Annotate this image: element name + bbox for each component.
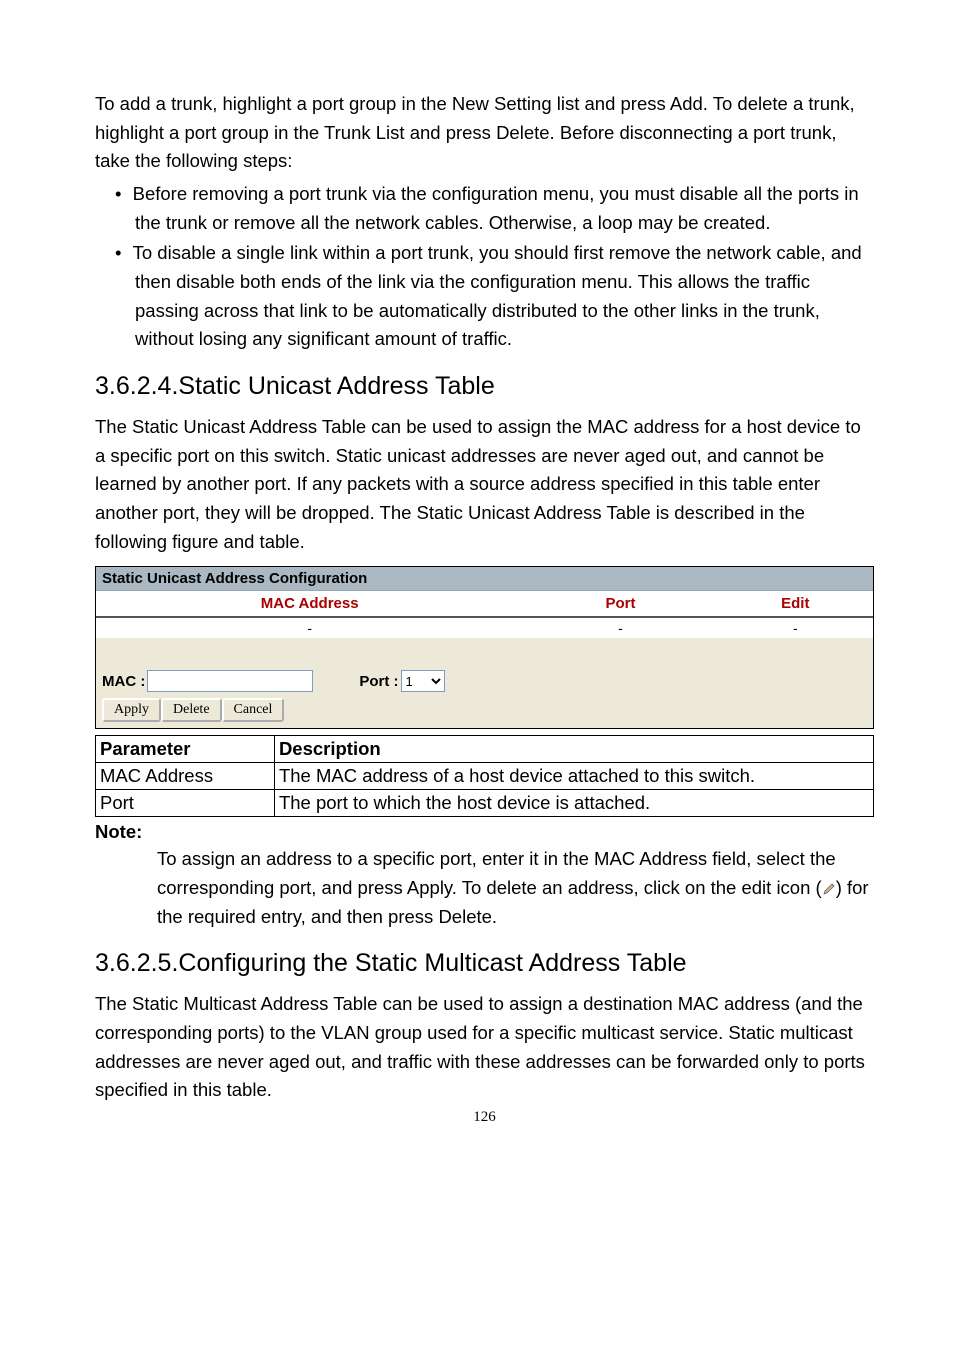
config-table: MAC Address Port Edit - - - bbox=[96, 591, 873, 638]
param-header: Parameter bbox=[96, 736, 275, 763]
config-title: Static Unicast Address Configuration bbox=[96, 567, 873, 591]
col-mac-address: MAC Address bbox=[96, 591, 523, 617]
cell-mac: - bbox=[96, 617, 523, 638]
cell-port: - bbox=[523, 617, 717, 638]
parameter-table: Parameter Description MAC Address The MA… bbox=[95, 735, 874, 817]
note-body: To assign an address to a specific port,… bbox=[157, 845, 874, 931]
static-unicast-paragraph: The Static Unicast Address Table can be … bbox=[95, 413, 874, 556]
param-mac: MAC Address bbox=[96, 763, 275, 790]
config-screenshot: Static Unicast Address Configuration MAC… bbox=[95, 566, 874, 729]
port-select[interactable]: 1 bbox=[401, 670, 445, 692]
config-form: MAC : Port : 1 Apply Delete Cancel bbox=[96, 638, 873, 728]
desc-header: Description bbox=[274, 736, 873, 763]
heading-static-multicast: 3.6.2.5.Configuring the Static Multicast… bbox=[95, 949, 874, 978]
param-port: Port bbox=[96, 790, 275, 817]
col-edit: Edit bbox=[718, 591, 873, 617]
mac-label: MAC : bbox=[102, 673, 145, 690]
static-multicast-paragraph: The Static Multicast Address Table can b… bbox=[95, 990, 874, 1105]
heading-static-unicast: 3.6.2.4.Static Unicast Address Table bbox=[95, 372, 874, 401]
bullet-1: Before removing a port trunk via the con… bbox=[95, 180, 874, 237]
delete-button[interactable]: Delete bbox=[161, 698, 222, 722]
desc-port: The port to which the host device is att… bbox=[274, 790, 873, 817]
intro-paragraph: To add a trunk, highlight a port group i… bbox=[95, 90, 874, 176]
note-label: Note: bbox=[95, 821, 874, 843]
mac-input[interactable] bbox=[147, 670, 313, 692]
bullet-2: To disable a single link within a port t… bbox=[95, 239, 874, 354]
apply-button[interactable]: Apply bbox=[102, 698, 161, 722]
desc-mac: The MAC address of a host device attache… bbox=[274, 763, 873, 790]
cancel-button[interactable]: Cancel bbox=[222, 698, 285, 722]
cell-edit: - bbox=[718, 617, 873, 638]
col-port: Port bbox=[523, 591, 717, 617]
pencil-icon bbox=[822, 877, 836, 898]
port-label: Port : bbox=[359, 673, 398, 690]
page-number: 126 bbox=[95, 1109, 874, 1126]
note-text-before: To assign an address to a specific port,… bbox=[157, 848, 836, 898]
steps-list: Before removing a port trunk via the con… bbox=[95, 180, 874, 354]
